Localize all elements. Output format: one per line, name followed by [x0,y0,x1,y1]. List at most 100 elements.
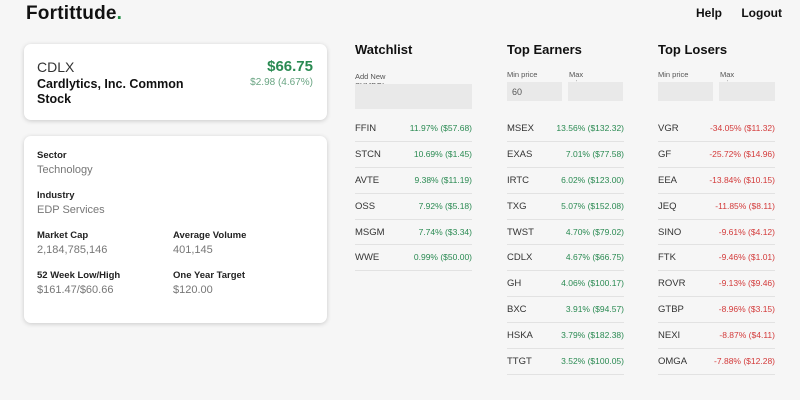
item-symbol: TXG [507,200,527,212]
list-item[interactable]: IRTC 6.02% ($123.00) [507,168,624,194]
list-item[interactable]: NEXI -8.87% ($4.11) [658,323,775,350]
watchlist-title: Watchlist [355,42,413,57]
losers-min-price-label: Min price [658,70,689,79]
item-change: 6.02% ($123.00) [561,174,624,185]
list-item[interactable]: EEA -13.84% ($10.15) [658,168,775,194]
item-change: 5.07% ($152.08) [561,200,624,211]
list-item[interactable]: GH 4.06% ($100.17) [507,271,624,298]
week52-label: 52 Week Low/High [37,270,121,281]
market-cap-label: Market Cap [37,230,89,241]
item-change: -34.05% ($11.32) [709,123,775,133]
target-label: One Year Target [173,270,245,281]
top-earners-column: Top Earners Min price Max price MSEX13.5… [507,42,624,375]
list-item[interactable]: TXG 5.07% ($152.08) [507,194,624,220]
losers-max-price-input[interactable] [719,82,775,101]
list-item[interactable]: FTK -9.46% ($1.01) [658,245,775,272]
list-item[interactable]: JEQ -11.85% ($8.11) [658,194,775,220]
top-nav: Help Logout [680,6,782,20]
item-symbol: GH [507,278,522,290]
item-symbol: OSS [355,200,376,212]
item-symbol: IRTC [507,174,529,186]
top-losers-list: VGR -34.05% ($11.32) GF -25.72% ($14.96) EEA… [658,116,775,375]
watchlist-list: FFIN 11.97% ($57.68) STCN 10.69% ($1.45) AVT… [355,116,472,272]
item-change: 4.06% ($100.17) [561,278,624,289]
week52-value: $161.47/$60.66 [37,284,114,296]
item-symbol: STCN [355,148,381,160]
logout-link[interactable]: Logout [741,6,782,20]
avg-volume-label: Average Volume [173,230,247,241]
item-change: 11.97% ($57.68) [409,123,472,133]
item-symbol: FTK [658,252,676,264]
item-change: 3.79% ($182.38) [561,330,624,341]
item-symbol: MSGM [355,226,385,238]
earners-min-price-label: Min price [507,70,538,79]
item-change: 3.91% ($94.57) [565,304,624,315]
item-symbol: TTGT [507,356,532,368]
item-symbol: NEXI [658,330,681,342]
list-item[interactable]: GTBP -8.96% ($3.15) [658,297,775,324]
list-item[interactable]: OSS 7.92% ($5.18) [355,194,472,220]
item-symbol: VGR [658,123,679,134]
item-symbol: MSEX [507,123,534,134]
brand-logo[interactable]: Fortittude. [26,3,122,25]
list-item[interactable]: TWST 4.70% ($79.02) [507,220,624,246]
item-symbol: AVTE [355,174,380,186]
list-item[interactable]: WWE 0.99% ($50.00) [355,245,472,272]
item-symbol: FFIN [355,123,377,134]
list-item[interactable]: TTGT 3.52% ($100.05) [507,349,624,375]
item-change: 4.67% ($66.75) [565,252,624,263]
help-link[interactable]: Help [696,6,722,20]
list-item[interactable]: ROVR -9.13% ($9.46) [658,271,775,298]
earners-max-price-input[interactable] [568,82,623,101]
item-change: -9.46% ($1.01) [718,252,775,263]
quote-change: $2.98 (4.67%) [250,77,313,88]
item-symbol: EXAS [507,148,533,160]
item-change: 7.01% ($77.58) [565,148,624,159]
list-item[interactable]: CDLX 4.67% ($66.75) [507,245,624,272]
list-item[interactable]: MSEX 13.56% ($132.32) [507,116,624,142]
item-change: 9.38% ($11.19) [414,174,473,185]
list-item[interactable]: VGR -34.05% ($11.32) [658,116,775,142]
watchlist-column: Watchlist Add New SYMBOL FFIN11.97% ($57… [355,42,472,272]
list-item[interactable]: MSGM 7.74% ($3.34) [355,220,472,246]
quote-symbol: CDLX [37,59,75,75]
item-change: 3.52% ($100.05) [561,356,624,367]
quote-card: CDLX Cardlytics, Inc. Common Stock $66.7… [24,44,327,120]
item-symbol: TWST [507,226,534,238]
list-item[interactable]: EXAS 7.01% ($77.58) [507,142,624,168]
industry-label: Industry [37,190,75,201]
list-item[interactable]: AVTE 9.38% ($11.19) [355,168,472,194]
top-bar: Fortittude. Help Logout [0,0,800,30]
item-change: -13.84% ($10.15) [709,174,775,185]
add-symbol-input[interactable] [355,84,472,109]
list-item[interactable]: STCN 10.69% ($1.45) [355,142,472,168]
list-item[interactable]: FFIN 11.97% ($57.68) [355,116,472,142]
list-item[interactable]: OMGA -7.88% ($12.28) [658,349,775,375]
item-symbol: HSKA [507,330,533,342]
item-change: 10.69% ($1.45) [413,148,472,159]
list-item[interactable]: SINO -9.61% ($4.12) [658,220,775,246]
company-name: Cardlytics, Inc. Common Stock [37,77,184,106]
item-change: -25.72% ($14.96) [709,148,775,159]
item-change: 0.99% ($50.00) [413,252,472,263]
brand-name: Fortittude [26,3,117,24]
industry-value: EDP Services [37,204,105,216]
item-symbol: EEA [658,174,678,186]
sector-label: Sector [37,150,67,161]
list-item[interactable]: BXC 3.91% ($94.57) [507,297,624,324]
earners-min-price-input[interactable] [507,82,562,101]
item-symbol: CDLX [507,252,533,264]
losers-min-price-input[interactable] [658,82,713,101]
quote-price: $66.75 [267,58,313,75]
avg-volume-value: 401,145 [173,244,213,256]
item-symbol: GTBP [658,304,684,316]
item-symbol: GF [658,148,672,160]
stock-info-card: Sector Technology Industry EDP Services … [24,136,327,323]
item-change: -9.61% ($4.12) [718,226,775,237]
top-earners-title: Top Earners [507,42,582,57]
item-change: -7.88% ($12.28) [714,356,775,367]
item-symbol: JEQ [658,200,677,212]
list-item[interactable]: GF -25.72% ($14.96) [658,142,775,168]
top-losers-column: Top Losers Min price Max price VGR-34.05… [658,42,775,375]
list-item[interactable]: HSKA 3.79% ($182.38) [507,323,624,350]
